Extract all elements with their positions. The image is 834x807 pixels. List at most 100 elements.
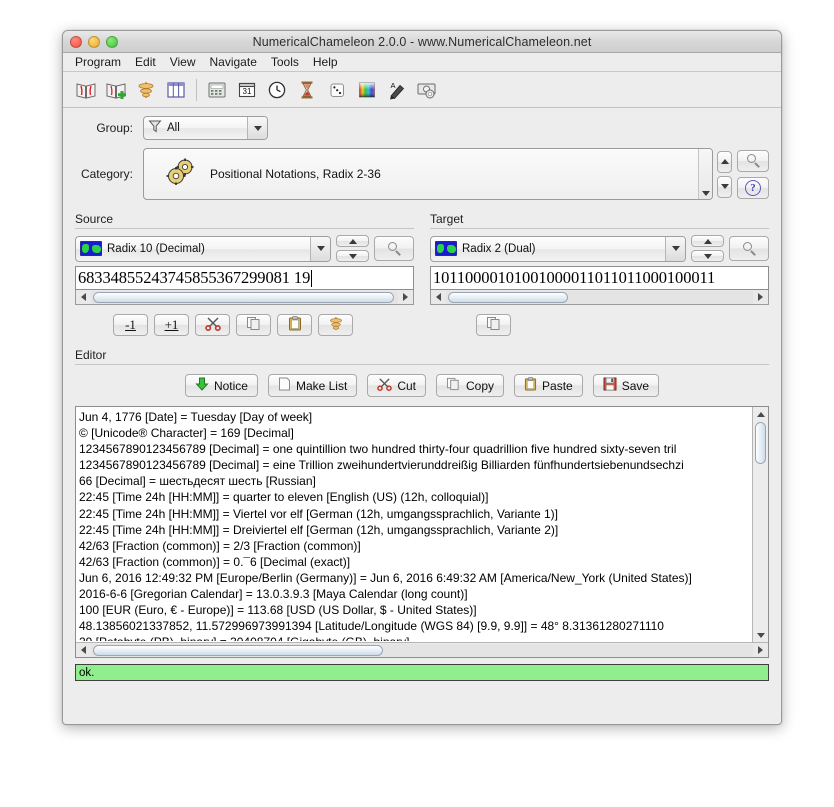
scroll-down-icon[interactable]	[753, 628, 768, 642]
application-window: NumericalChameleon 2.0.0 - www.Numerical…	[62, 30, 782, 725]
editor-scroll-track[interactable]	[91, 643, 753, 657]
target-search-button[interactable]	[729, 236, 769, 261]
group-dropdown-arrow[interactable]	[247, 117, 267, 139]
group-select[interactable]: All	[143, 116, 268, 140]
clipboard-icon	[288, 315, 302, 335]
copy-icon	[446, 377, 461, 394]
source-value-field[interactable]: 68334855243745855367299081 19	[75, 266, 414, 290]
source-spin-up-button[interactable]	[336, 235, 369, 247]
source-spinner	[336, 235, 369, 262]
editor-vscrollbar[interactable]	[752, 407, 768, 642]
new-book-icon[interactable]	[101, 76, 131, 104]
group-label: Group:	[96, 121, 133, 135]
target-panel: Target Radix 2 (Dual) 101100001010010000…	[430, 212, 769, 336]
scroll-up-icon[interactable]	[753, 407, 768, 421]
dice-icon[interactable]	[322, 76, 352, 104]
cut-value-button[interactable]	[195, 314, 230, 336]
text-to-speech-icon[interactable]: A	[382, 76, 412, 104]
make-list-button[interactable]: Make List	[267, 374, 358, 397]
source-search-button[interactable]	[374, 236, 414, 261]
category-scrollbar[interactable]	[698, 149, 712, 199]
source-value-buttons: -1 +1	[75, 314, 414, 336]
editor-hscrollbar[interactable]	[76, 642, 768, 657]
category-side-buttons: ?	[737, 148, 769, 200]
copy-target-button[interactable]	[476, 314, 511, 336]
target-scroll-track[interactable]	[446, 290, 753, 304]
target-value-buttons	[430, 314, 769, 336]
target-spin-down-button[interactable]	[691, 250, 724, 262]
open-book-icon[interactable]	[71, 76, 101, 104]
color-spectrum-icon[interactable]	[352, 76, 382, 104]
source-dropdown-arrow[interactable]	[310, 236, 330, 261]
scroll-right-icon[interactable]	[753, 644, 768, 657]
category-select[interactable]: Positional Notations, Radix 2-36	[143, 148, 713, 200]
copy-icon	[246, 316, 262, 335]
svg-text:31: 31	[243, 87, 252, 96]
source-spin-down-button[interactable]	[336, 250, 369, 262]
editor-textarea[interactable]: Jun 4, 1776 [Date] = Tuesday [Day of wee…	[75, 406, 769, 658]
decrement-button[interactable]: -1	[113, 314, 148, 336]
target-spinner	[691, 235, 724, 262]
zoom-window-icon[interactable]	[106, 36, 118, 48]
category-spin-up-button[interactable]	[717, 150, 732, 173]
target-dropdown-arrow[interactable]	[665, 236, 685, 261]
calendar-icon[interactable]: 31	[232, 76, 262, 104]
copy-value-button[interactable]	[236, 314, 271, 336]
minimize-window-icon[interactable]	[88, 36, 100, 48]
text-caret	[311, 269, 313, 287]
editor-line: 22:45 [Time 24h [HH:MM]] = quarter to el…	[79, 490, 489, 505]
close-window-icon[interactable]	[70, 36, 82, 48]
target-value: 10110000101001000011011011000100011	[433, 268, 716, 287]
menu-program[interactable]: Program	[68, 54, 128, 70]
scissors-icon	[377, 377, 393, 394]
scroll-right-icon[interactable]	[753, 291, 768, 304]
editor-line: 48.13856021337852, 11.572996973991394 [L…	[79, 619, 664, 634]
target-unit-select[interactable]: Radix 2 (Dual)	[430, 235, 686, 262]
clock-icon[interactable]	[262, 76, 292, 104]
abacus-icon[interactable]	[131, 76, 161, 104]
source-hscrollbar[interactable]	[75, 290, 414, 305]
cut-button[interactable]: Cut	[367, 374, 426, 397]
editor-line: 29 [Petabyte (PB), binary] = 30408704 [G…	[79, 634, 751, 641]
menu-help[interactable]: Help	[306, 54, 345, 70]
title-bar: NumericalChameleon 2.0.0 - www.Numerical…	[63, 31, 781, 53]
menu-navigate[interactable]: Navigate	[203, 54, 264, 70]
hourglass-icon[interactable]	[292, 76, 322, 104]
scroll-left-icon[interactable]	[76, 644, 91, 657]
calculator-icon[interactable]	[202, 76, 232, 104]
scroll-right-icon[interactable]	[398, 291, 413, 304]
target-hscrollbar[interactable]	[430, 290, 769, 305]
menu-tools[interactable]: Tools	[264, 54, 306, 70]
abacus-icon	[328, 316, 344, 335]
menu-edit[interactable]: Edit	[128, 54, 163, 70]
scroll-left-icon[interactable]	[76, 291, 91, 304]
screen: NumericalChameleon 2.0.0 - www.Numerical…	[0, 0, 834, 807]
notice-button[interactable]: Notice	[184, 374, 258, 397]
paste-button[interactable]: Paste	[514, 374, 583, 397]
source-unit-select[interactable]: Radix 10 (Decimal)	[75, 235, 331, 262]
target-value-field[interactable]: 10110000101001000011011011000100011	[430, 266, 769, 290]
editor-heading: Editor	[75, 348, 107, 362]
group-row: Group: All	[75, 116, 769, 140]
editor-vscroll-thumb[interactable]	[755, 422, 766, 464]
status-bar: ok.	[75, 664, 769, 681]
category-spin-down-button[interactable]	[717, 175, 732, 198]
save-button[interactable]: Save	[592, 374, 660, 397]
target-spin-up-button[interactable]	[691, 235, 724, 247]
source-scroll-track[interactable]	[91, 290, 398, 304]
search-icon	[387, 242, 401, 256]
scroll-left-icon[interactable]	[431, 291, 446, 304]
category-help-button[interactable]: ?	[737, 176, 769, 199]
copy-button[interactable]: Copy	[436, 374, 505, 397]
category-search-button[interactable]	[737, 149, 769, 172]
increment-button[interactable]: +1	[154, 314, 189, 336]
editor-line: 66 [Decimal] = шестьдесят шесть [Russian…	[79, 474, 316, 489]
editor-line: 42/63 [Fraction (common)] = 2/3 [Fractio…	[79, 538, 361, 553]
target-unit-row: Radix 2 (Dual)	[430, 235, 769, 262]
menu-view[interactable]: View	[163, 54, 203, 70]
paste-value-button[interactable]	[277, 314, 312, 336]
money-icon[interactable]	[412, 76, 442, 104]
abacus-value-button[interactable]	[318, 314, 353, 336]
editor-line: 42/63 [Fraction (common)] = 0.¯6 [Decima…	[79, 554, 351, 569]
table-columns-icon[interactable]	[161, 76, 191, 104]
